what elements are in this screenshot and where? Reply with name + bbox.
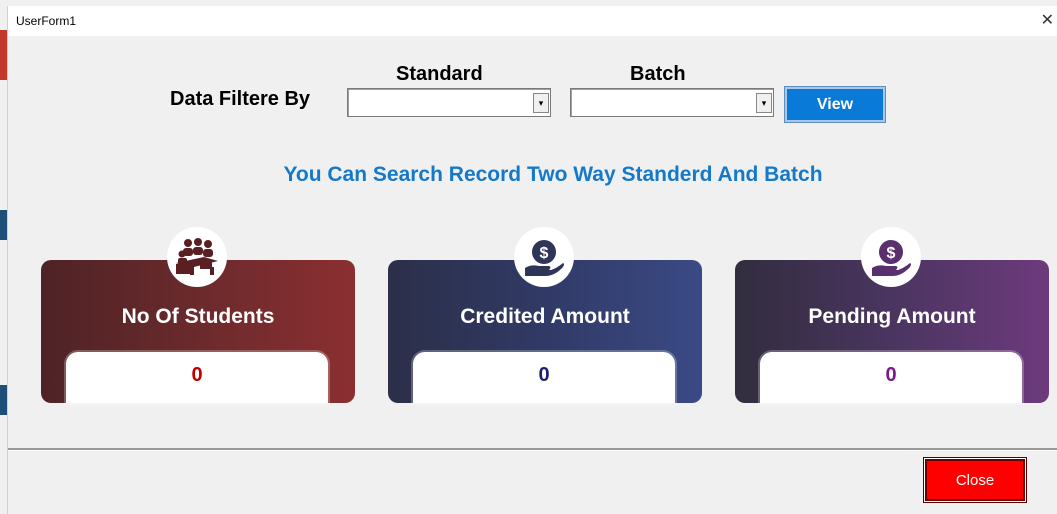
divider bbox=[8, 448, 1057, 451]
close-icon[interactable]: ✕ bbox=[1041, 10, 1054, 30]
pending-card: $ Pending Amount 0 bbox=[735, 227, 1049, 403]
pending-amount: 0 bbox=[885, 364, 897, 386]
standard-caption: Standard bbox=[396, 63, 483, 85]
students-value-box: 0 bbox=[66, 352, 328, 403]
students-icon bbox=[167, 227, 227, 287]
credited-card: $ Credited Amount 0 bbox=[388, 227, 702, 403]
background-app-strip bbox=[0, 385, 7, 415]
svg-text:$: $ bbox=[887, 245, 896, 262]
background-app-strip bbox=[0, 30, 7, 80]
card-title: No Of Students bbox=[121, 305, 275, 328]
standard-dropdown[interactable]: ▾ bbox=[347, 88, 551, 117]
chevron-down-icon[interactable]: ▾ bbox=[756, 93, 772, 113]
money-hand-icon: $ bbox=[861, 227, 921, 287]
credited-value-box: 0 bbox=[413, 352, 675, 403]
background-app-strip bbox=[0, 210, 7, 240]
view-button[interactable]: View bbox=[784, 86, 886, 123]
batch-caption: Batch bbox=[630, 63, 686, 85]
batch-dropdown[interactable]: ▾ bbox=[570, 88, 774, 117]
title-bar: UserForm1 ✕ bbox=[8, 6, 1057, 36]
students-count: 0 bbox=[191, 364, 203, 386]
card-title: Credited Amount bbox=[460, 305, 630, 328]
card-title: Pending Amount bbox=[808, 305, 976, 328]
filter-label: Data Filtere By bbox=[170, 88, 311, 110]
credited-amount: 0 bbox=[538, 364, 550, 386]
userform-window: UserForm1 ✕ Data Filtere By Standard Bat… bbox=[7, 6, 1057, 514]
pending-value-box: 0 bbox=[760, 352, 1022, 403]
money-hand-icon: $ bbox=[514, 227, 574, 287]
close-button[interactable]: Close bbox=[924, 458, 1026, 502]
svg-text:$: $ bbox=[540, 245, 549, 262]
info-text: You Can Search Record Two Way Standerd A… bbox=[283, 163, 823, 186]
window-title: UserForm1 bbox=[16, 14, 77, 28]
chevron-down-icon[interactable]: ▾ bbox=[533, 93, 549, 113]
students-card: No Of Students 0 bbox=[41, 227, 355, 403]
